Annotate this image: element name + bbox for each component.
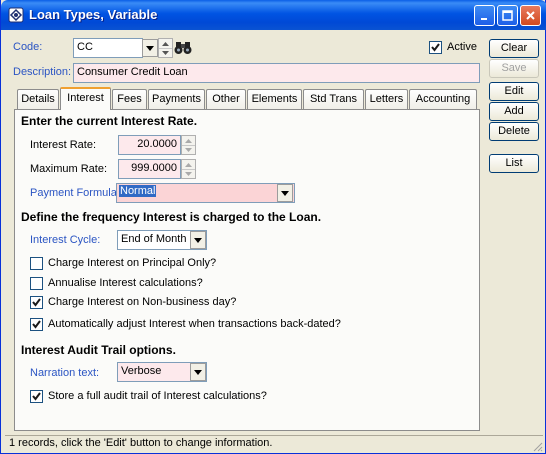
principal-only-label: Charge Interest on Principal Only?	[48, 257, 217, 269]
description-label: Description:	[13, 66, 72, 78]
payment-formula-dropdown-button[interactable]	[277, 184, 293, 202]
save-button[interactable]: Save	[489, 59, 539, 78]
chevron-down-icon	[281, 190, 289, 196]
close-button[interactable]	[520, 5, 541, 26]
status-bar: 1 records, click the 'Edit' button to ch…	[5, 435, 543, 451]
delete-button[interactable]: Delete	[489, 122, 539, 141]
code-spinner[interactable]	[158, 38, 173, 58]
audit-trail-checkbox[interactable]	[30, 390, 43, 403]
tab-accounting[interactable]: Accounting	[409, 89, 477, 109]
spin-down-icon[interactable]	[182, 145, 195, 154]
code-dropdown-button[interactable]	[142, 39, 158, 57]
tab-interest[interactable]: Interest	[60, 87, 111, 110]
close-icon	[526, 11, 535, 20]
description-input[interactable]: Consumer Credit Loan	[73, 63, 480, 83]
maximize-button[interactable]	[497, 5, 518, 26]
frequency-section-heading: Define the frequency Interest is charged…	[21, 210, 322, 224]
interest-rate-spinner[interactable]	[181, 135, 196, 155]
maximize-icon	[502, 10, 513, 21]
non-business-day-checkbox[interactable]	[30, 296, 43, 309]
spin-up-icon[interactable]	[159, 39, 172, 48]
maximum-rate-input[interactable]: 999.0000	[118, 159, 181, 179]
payment-formula-value: Normal	[119, 185, 157, 197]
annualise-label: Annualise Interest calculations?	[48, 277, 203, 289]
active-checkbox[interactable]	[429, 41, 442, 54]
code-input[interactable]: CC	[73, 38, 143, 58]
add-button[interactable]: Add	[489, 102, 539, 121]
spin-down-icon[interactable]	[182, 169, 195, 178]
clear-button[interactable]: Clear	[489, 39, 539, 58]
minimize-icon	[481, 18, 487, 20]
chevron-down-icon	[146, 45, 154, 51]
chevron-down-icon	[194, 237, 202, 243]
active-label: Active	[447, 41, 477, 53]
annualise-checkbox[interactable]	[30, 277, 43, 290]
payment-formula-select[interactable]: Normal	[116, 183, 295, 203]
interest-tab-panel	[14, 109, 480, 431]
interest-cycle-dropdown-button[interactable]	[190, 231, 206, 249]
title-bar[interactable]: Loan Types, Variable	[1, 0, 546, 30]
interest-cycle-label: Interest Cycle:	[30, 234, 101, 246]
edit-button[interactable]: Edit	[489, 82, 539, 101]
app-icon	[8, 7, 24, 23]
tab-fees[interactable]: Fees	[112, 89, 147, 109]
narration-text-label: Narration text:	[30, 367, 100, 379]
checkmark-icon	[32, 320, 41, 329]
spin-up-icon[interactable]	[182, 160, 195, 169]
tab-other[interactable]: Other	[206, 89, 246, 109]
list-button[interactable]: List	[489, 154, 539, 173]
narration-text-dropdown-button[interactable]	[190, 363, 206, 381]
maximum-rate-spinner[interactable]	[181, 159, 196, 179]
rate-section-heading: Enter the current Interest Rate.	[21, 114, 198, 128]
payment-formula-label: Payment Formula:	[30, 187, 120, 199]
interest-rate-label: Interest Rate:	[30, 139, 97, 151]
loan-types-window: Loan Types, Variable Code: CC Active Des…	[0, 0, 546, 454]
checkmark-icon	[431, 43, 440, 52]
window-title: Loan Types, Variable	[29, 7, 158, 22]
tab-details[interactable]: Details	[17, 89, 59, 109]
checkmark-icon	[32, 298, 41, 307]
principal-only-checkbox[interactable]	[30, 257, 43, 270]
binoculars-icon[interactable]	[174, 40, 192, 56]
audit-section-heading: Interest Audit Trail options.	[21, 343, 176, 357]
tab-letters[interactable]: Letters	[365, 89, 408, 109]
resize-grip-icon[interactable]	[531, 440, 543, 452]
tab-std-trans[interactable]: Std Trans	[303, 89, 364, 109]
interest-rate-input[interactable]: 20.0000	[118, 135, 181, 155]
chevron-down-icon	[194, 369, 202, 375]
auto-adjust-label: Automatically adjust Interest when trans…	[48, 318, 341, 330]
auto-adjust-checkbox[interactable]	[30, 318, 43, 331]
non-business-day-label: Charge Interest on Non-business day?	[48, 296, 237, 308]
spin-up-icon[interactable]	[182, 136, 195, 145]
maximum-rate-label: Maximum Rate:	[30, 163, 108, 175]
audit-trail-label: Store a full audit trail of Interest cal…	[48, 390, 267, 402]
tab-payments[interactable]: Payments	[148, 89, 205, 109]
code-label: Code:	[13, 41, 43, 53]
tab-elements[interactable]: Elements	[247, 89, 302, 109]
checkmark-icon	[32, 392, 41, 401]
minimize-button[interactable]	[474, 5, 495, 26]
spin-down-icon[interactable]	[159, 48, 172, 57]
